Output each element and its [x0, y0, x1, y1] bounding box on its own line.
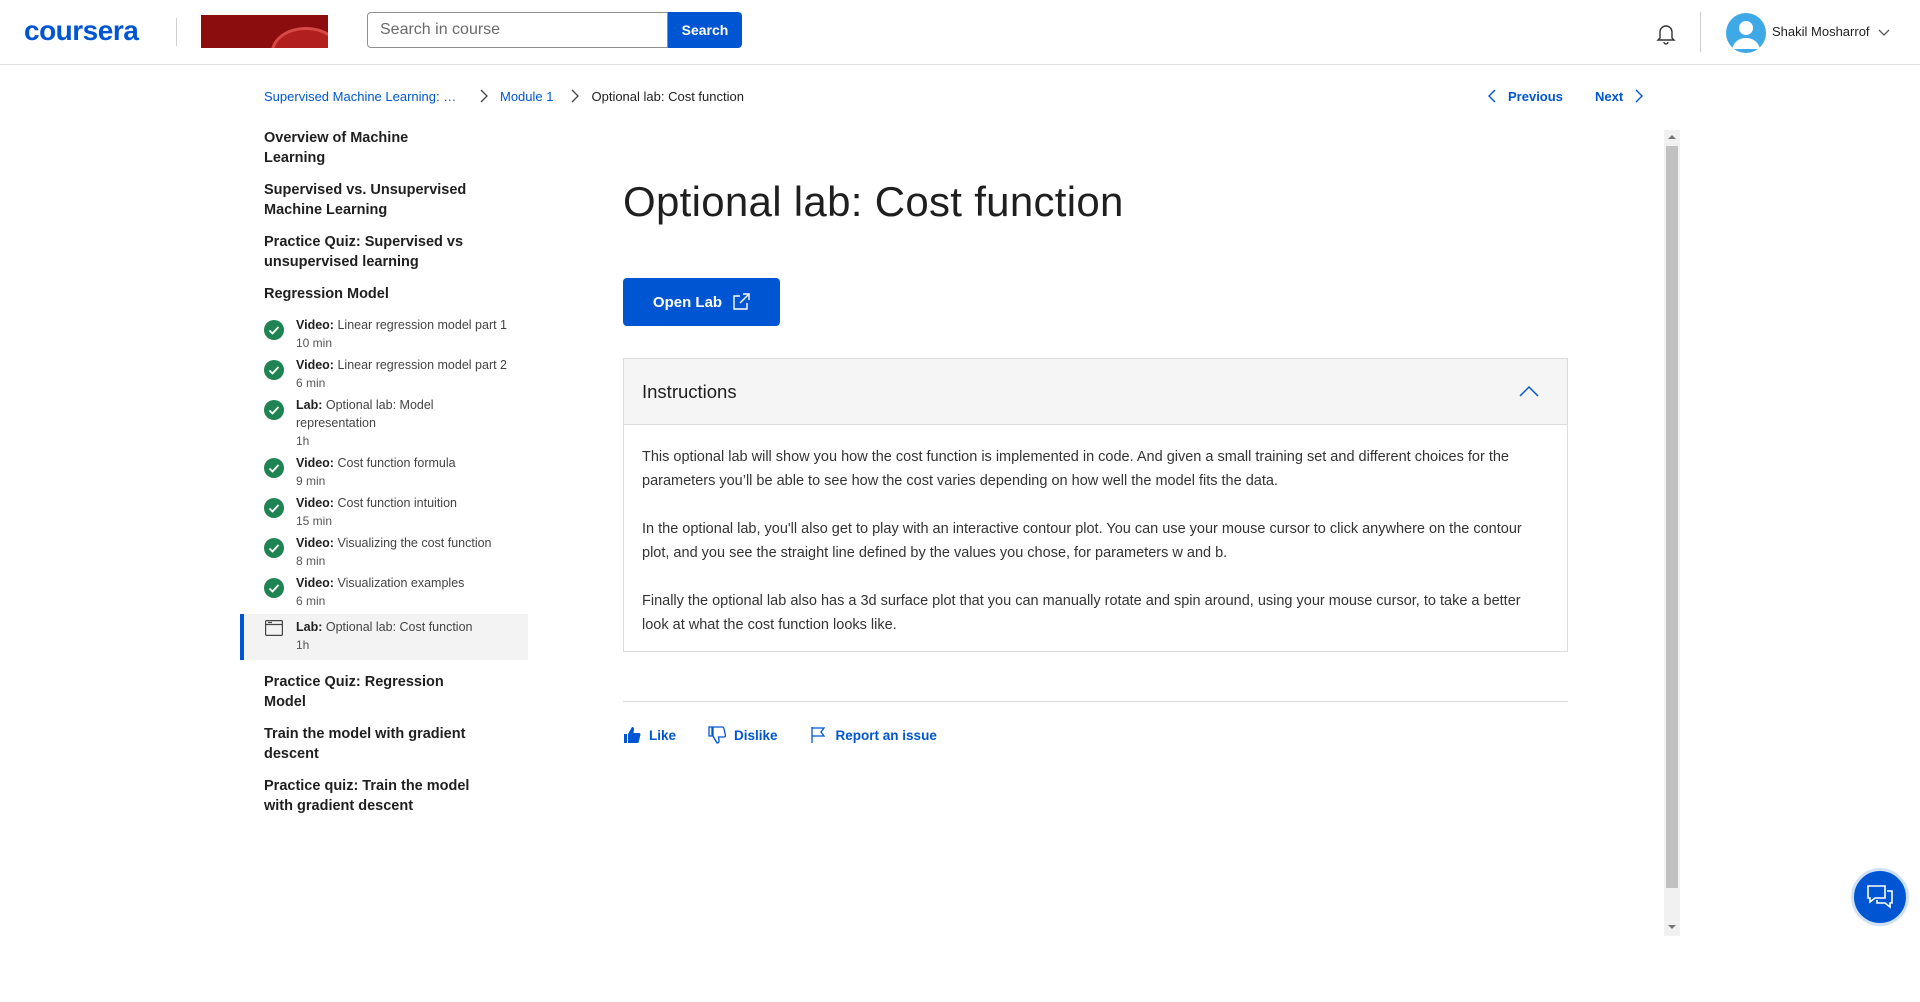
- sidebar-section-practice-quiz-regression[interactable]: Practice Quiz: Regression Model: [240, 672, 470, 712]
- scroll-down-arrow-icon[interactable]: [1664, 920, 1680, 934]
- coursera-logo[interactable]: coursera: [24, 14, 139, 48]
- breadcrumb-course-link[interactable]: Supervised Machine Learning: Regression …: [264, 89, 462, 104]
- thumbs-down-icon: [708, 726, 727, 744]
- item-duration: 1h: [296, 434, 310, 448]
- sidebar-section-regression-model[interactable]: Regression Model: [240, 284, 470, 304]
- dislike-button[interactable]: Dislike: [708, 726, 778, 744]
- chat-bubbles-icon: [1865, 882, 1895, 912]
- like-button[interactable]: Like: [623, 726, 676, 744]
- search-button[interactable]: Search: [668, 12, 742, 48]
- completed-check-icon: [264, 498, 284, 518]
- item-duration: 8 min: [296, 554, 326, 568]
- chat-help-button[interactable]: [1851, 868, 1909, 926]
- completed-check-icon: [264, 360, 284, 380]
- item-name: Visualizing the cost function: [337, 536, 492, 550]
- item-type: Video:: [296, 576, 334, 590]
- chevron-right-icon: [571, 89, 580, 103]
- item-name: Visualization examples: [337, 576, 465, 590]
- sidebar-section-supervised-vs-unsupervised[interactable]: Supervised vs. Unsupervised Machine Lear…: [240, 180, 470, 220]
- open-lab-button[interactable]: Open Lab: [623, 278, 780, 326]
- header-divider: [1700, 12, 1701, 52]
- completed-check-icon: [264, 578, 284, 598]
- item-duration: 1h: [296, 638, 310, 652]
- item-name: Linear regression model part 1: [337, 318, 508, 332]
- scroll-up-arrow-icon[interactable]: [1664, 130, 1680, 144]
- feedback-actions: Like Dislike Report an issue: [623, 724, 969, 746]
- item-name: Linear regression model part 2: [337, 358, 508, 372]
- open-lab-label: Open Lab: [652, 293, 723, 311]
- item-type: Lab:: [296, 398, 323, 412]
- chevron-down-icon[interactable]: [1878, 29, 1890, 37]
- flag-icon: [810, 726, 828, 744]
- top-navigation-bar: coursera Search Shakil Mosharrof: [0, 0, 1920, 65]
- instructions-paragraph: This optional lab will show you how the …: [642, 449, 1509, 489]
- item-type: Video:: [296, 318, 334, 332]
- sidebar-section-gradient-descent[interactable]: Train the model with gradient descent: [240, 724, 470, 764]
- item-type: Video:: [296, 358, 334, 372]
- sidebar-item-model-representation[interactable]: Lab: Optional lab: Model representation …: [240, 396, 528, 450]
- content-divider: [623, 701, 1568, 702]
- chevron-right-icon: [480, 89, 488, 103]
- previous-button[interactable]: Previous: [1488, 86, 1563, 106]
- user-name[interactable]: Shakil Mosharrof: [1772, 24, 1870, 39]
- item-duration: 6 min: [296, 594, 326, 608]
- instructions-panel: Instructions This optional lab will show…: [623, 358, 1568, 652]
- chevron-left-icon: [1488, 89, 1496, 103]
- user-avatar-icon[interactable]: [1726, 13, 1766, 53]
- sidebar-section-practice-quiz-gradient-descent[interactable]: Practice quiz: Train the model with grad…: [240, 776, 470, 816]
- sidebar-item-linear-regression-part-2[interactable]: Video: Linear regression model part 2 6 …: [240, 356, 528, 392]
- course-outline-sidebar: Overview of Machine Learning Supervised …: [240, 128, 528, 816]
- thumbs-up-icon: [623, 726, 641, 744]
- next-button[interactable]: Next: [1595, 86, 1644, 106]
- scrollbar-thumb[interactable]: [1666, 146, 1678, 888]
- breadcrumb-current: Optional lab: Cost function: [591, 88, 744, 104]
- logo-divider: [176, 18, 177, 46]
- dislike-label: Dislike: [734, 727, 778, 743]
- item-duration: 9 min: [296, 474, 326, 488]
- previous-label: Previous: [1508, 88, 1563, 104]
- instructions-paragraph: Finally the optional lab also has a 3d s…: [642, 593, 1521, 633]
- sidebar-section-practice-quiz-supervised[interactable]: Practice Quiz: Supervised vs unsupervise…: [240, 232, 470, 272]
- sidebar-item-linear-regression-part-1[interactable]: Video: Linear regression model part 1 10…: [240, 316, 528, 352]
- item-duration: 6 min: [296, 376, 326, 390]
- sidebar-item-cost-function-intuition[interactable]: Video: Cost function intuition 15 min: [240, 494, 528, 530]
- sidebar-item-cost-function-formula[interactable]: Video: Cost function formula 9 min: [240, 454, 528, 490]
- breadcrumb: Supervised Machine Learning: Regression …: [264, 86, 744, 106]
- partner-logo[interactable]: [201, 15, 328, 48]
- item-duration: 10 min: [296, 336, 333, 350]
- item-name: Cost function intuition: [337, 496, 457, 510]
- instructions-title: Instructions: [642, 381, 737, 402]
- instructions-body: This optional lab will show you how the …: [624, 425, 1567, 657]
- chevron-up-icon[interactable]: [1519, 385, 1539, 397]
- item-type: Video:: [296, 536, 334, 550]
- next-label: Next: [1595, 88, 1624, 104]
- like-label: Like: [649, 727, 677, 743]
- instructions-paragraph: In the optional lab, you'll also get to …: [642, 521, 1522, 561]
- page-title: Optional lab: Cost function: [623, 178, 1124, 225]
- item-duration: 15 min: [296, 514, 333, 528]
- item-type: Video:: [296, 496, 334, 510]
- report-issue-label: Report an issue: [835, 727, 937, 743]
- item-name: Cost function formula: [337, 456, 456, 470]
- instructions-header[interactable]: Instructions: [624, 359, 1567, 425]
- sidebar-section-overview[interactable]: Overview of Machine Learning: [240, 128, 470, 168]
- sidebar-item-visualization-examples[interactable]: Video: Visualization examples 6 min: [240, 574, 528, 610]
- sidebar-item-visualizing-cost-function[interactable]: Video: Visualizing the cost function 8 m…: [240, 534, 528, 570]
- notifications-bell-icon[interactable]: [1654, 21, 1678, 45]
- item-name: Optional lab: Cost function: [325, 620, 473, 634]
- chevron-right-icon: [1635, 89, 1644, 103]
- breadcrumb-module-link[interactable]: Module 1: [500, 89, 553, 104]
- search-input[interactable]: [367, 12, 668, 48]
- completed-check-icon: [264, 320, 284, 340]
- completed-check-icon: [264, 538, 284, 558]
- external-link-icon: [732, 293, 750, 311]
- sidebar-item-cost-function-lab[interactable]: Lab: Optional lab: Cost function 1h: [240, 614, 528, 660]
- completed-check-icon: [264, 400, 284, 420]
- report-issue-button[interactable]: Report an issue: [810, 726, 937, 744]
- completed-check-icon: [264, 458, 284, 478]
- lab-icon: [265, 620, 283, 636]
- item-type: Lab:: [296, 620, 323, 634]
- item-type: Video:: [296, 456, 334, 470]
